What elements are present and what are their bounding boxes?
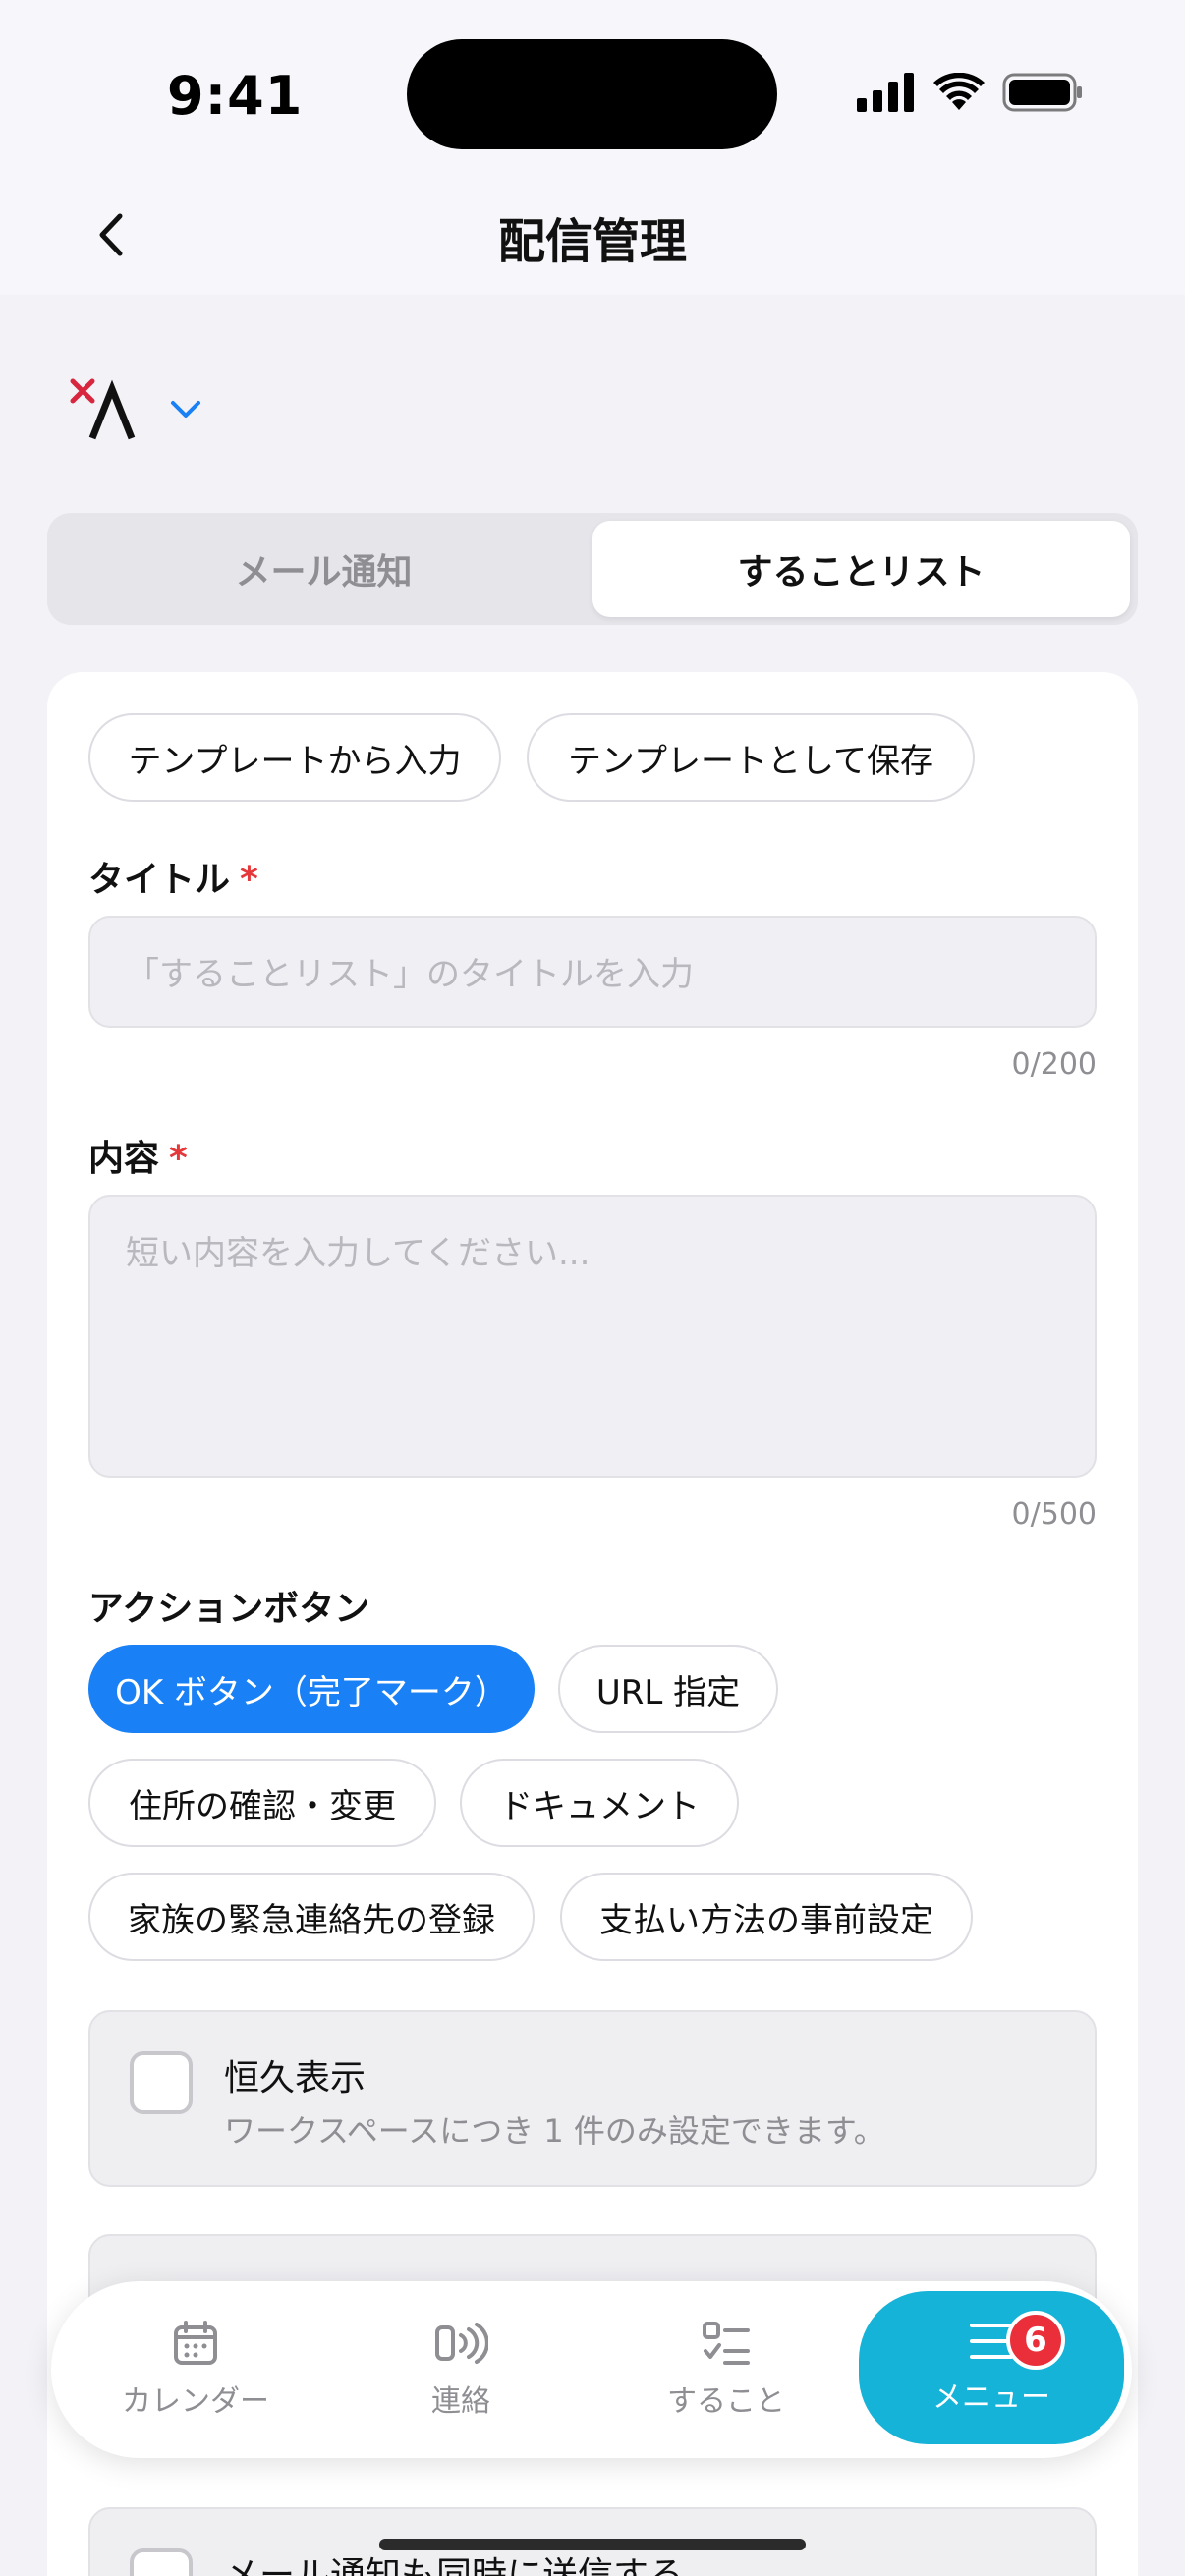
email-also-checkbox[interactable] [130,2548,193,2576]
required-mark: * [240,860,258,900]
bottom-tab-bar: カレンダー 連絡 すること メニュー 6 [51,2281,1132,2458]
status-icons [857,71,1083,114]
tab-contact[interactable]: 連絡 [328,2281,593,2458]
action-option-address[interactable]: 住所の確認・変更 [88,1759,436,1847]
tab-todo-list[interactable]: することリスト [592,521,1130,617]
tab-menu[interactable]: メニュー 6 [859,2291,1124,2444]
title-input[interactable]: 「することリスト」のタイトルを入力 [88,916,1097,1028]
action-button-label: アクションボタン [88,1589,370,1629]
battery-icon [1002,73,1082,112]
tab-calendar-label: カレンダー [122,2384,269,2419]
content-label: 内容 * [88,1130,188,1181]
tab-todo[interactable]: すること [593,2281,859,2458]
nav-header: 配信管理 [0,187,1185,295]
load-template-button[interactable]: テンプレートから入力 [88,713,501,802]
action-option-document[interactable]: ドキュメント [460,1759,739,1847]
chevron-down-icon [171,401,200,418]
action-option-ok[interactable]: OK ボタン（完了マーク） [88,1645,535,1733]
notification-badge: 6 [1006,2311,1065,2370]
title-label: タイトル * [88,851,258,902]
dynamic-island [407,39,777,149]
status-bar: 9:41 [0,0,1185,187]
workspace-logo [70,378,136,440]
save-template-button[interactable]: テンプレートとして保存 [527,713,975,802]
tab-menu-label: メニュー [932,2380,1050,2415]
required-mark: * [169,1139,188,1179]
action-option-payment[interactable]: 支払い方法の事前設定 [560,1873,973,1961]
tab-calendar[interactable]: カレンダー [63,2281,328,2458]
content-textarea[interactable]: 短い内容を入力してください... [88,1195,1097,1478]
action-option-url[interactable]: URL 指定 [558,1645,778,1733]
permanent-display-option[interactable]: 恒久表示 ワークスペースにつき 1 件のみ設定できます。 [88,2010,1097,2187]
page-title: 配信管理 [497,214,687,269]
title-counter: 0/200 [1011,1047,1097,1082]
broadcast-icon [435,2323,488,2364]
home-indicator [379,2539,806,2550]
content-label-text: 内容 [88,1139,160,1179]
tab-todo-label: すること [667,2384,785,2419]
calendar-icon [174,2321,217,2365]
content-textarea-placeholder: 短い内容を入力してください... [126,1234,591,1273]
wifi-icon [933,73,985,110]
title-input-placeholder: 「することリスト」のタイトルを入力 [126,955,694,994]
permanent-display-description: ワークスペースにつき 1 件のみ設定できます。 [224,2112,885,2150]
permanent-display-title: 恒久表示 [224,2058,367,2099]
permanent-display-checkbox[interactable] [130,2051,193,2114]
status-time: 9:41 [167,65,304,127]
workspace-selector[interactable] [67,375,202,444]
content-counter: 0/500 [1011,1497,1097,1532]
checklist-icon [703,2322,750,2365]
title-label-text: タイトル [88,860,231,900]
signal-icon [857,73,914,112]
mode-segmented-control: メール通知 することリスト [47,513,1138,625]
email-also-title: メール通知も同時に送信する [224,2555,685,2576]
tab-email-notification[interactable]: メール通知 [55,521,592,617]
action-option-emergency-contact[interactable]: 家族の緊急連絡先の登録 [88,1873,535,1961]
tab-contact-label: 連絡 [431,2384,490,2419]
